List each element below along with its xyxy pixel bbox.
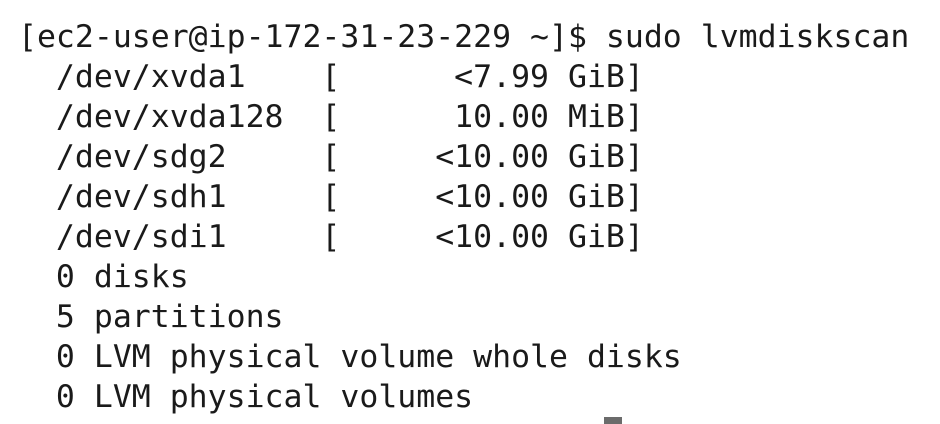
output-line-sdg2: /dev/sdg2 [ <10.00 GiB]: [18, 139, 644, 175]
terminal-window[interactable]: [ec2-user@ip-172-31-23-229 ~]$ sudo lvmd…: [0, 0, 940, 424]
output-line-sdi1: /dev/sdi1 [ <10.00 GiB]: [18, 219, 644, 255]
output-line-xvda1: /dev/xvda1 [ <7.99 GiB]: [18, 59, 644, 95]
summary-lvm-physical-volumes: 0 LVM physical volumes: [18, 379, 474, 415]
output-line-xvda128: /dev/xvda128 [ 10.00 MiB]: [18, 99, 644, 135]
command-line: [ec2-user@ip-172-31-23-229 ~]$ sudo lvmd…: [18, 17, 940, 57]
typed-command: sudo lvmdiskscan: [605, 19, 910, 55]
summary-partitions: 5 partitions: [18, 299, 284, 335]
summary-disks: 0 disks: [18, 259, 189, 295]
summary-lvm-whole-disks: 0 LVM physical volume whole disks: [18, 339, 682, 375]
text-cursor: [604, 417, 622, 424]
shell-prompt: [ec2-user@ip-172-31-23-229 ~]$: [18, 19, 606, 55]
output-line-sdh1: /dev/sdh1 [ <10.00 GiB]: [18, 179, 644, 215]
terminal-screen: [ec2-user@ip-172-31-23-229 ~]$ sudo lvmd…: [18, 17, 940, 417]
